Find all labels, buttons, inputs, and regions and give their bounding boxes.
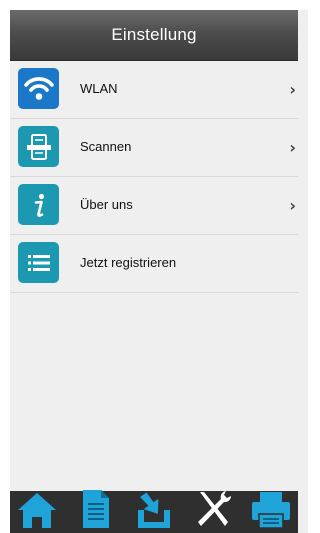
info-icon [18, 184, 59, 225]
menu-item-label: Scannen [80, 139, 132, 154]
nav-printer-button[interactable] [246, 491, 296, 533]
menu-item-label: Über uns [80, 197, 133, 212]
printer-icon [249, 488, 293, 533]
menu-item-ueber-uns[interactable]: Über uns › [10, 177, 298, 235]
chevron-right-icon: › [289, 196, 296, 215]
tools-icon [192, 488, 234, 533]
bottom-navigation [10, 488, 298, 533]
home-icon [15, 490, 59, 533]
download-icon [132, 488, 176, 533]
nav-document-button[interactable] [71, 488, 121, 533]
page-title: Einstellung [111, 25, 197, 44]
document-icon [80, 488, 112, 533]
chevron-right-icon: › [289, 80, 296, 99]
menu-item-wlan[interactable]: WLAN › [10, 61, 298, 119]
title-bar: Einstellung [10, 10, 298, 61]
list-icon [18, 242, 59, 283]
menu-item-label: WLAN [80, 81, 118, 96]
chevron-right-icon: › [289, 138, 296, 157]
nav-home-button[interactable] [12, 491, 62, 533]
menu-item-scannen[interactable]: Scannen › [10, 119, 298, 177]
nav-tools-button[interactable] [188, 491, 238, 533]
wifi-icon [18, 68, 59, 109]
menu-item-label: Jetzt registrieren [80, 255, 177, 270]
menu-item-jetzt-registrieren[interactable]: Jetzt registrieren [10, 235, 298, 293]
scanner-icon [18, 126, 59, 167]
settings-menu: WLAN › Scannen › Über uns › Jetzt regist… [10, 61, 298, 293]
settings-screen: Einstellung WLAN › Scannen › Über uns › … [10, 10, 308, 533]
nav-download-button[interactable] [129, 491, 179, 533]
